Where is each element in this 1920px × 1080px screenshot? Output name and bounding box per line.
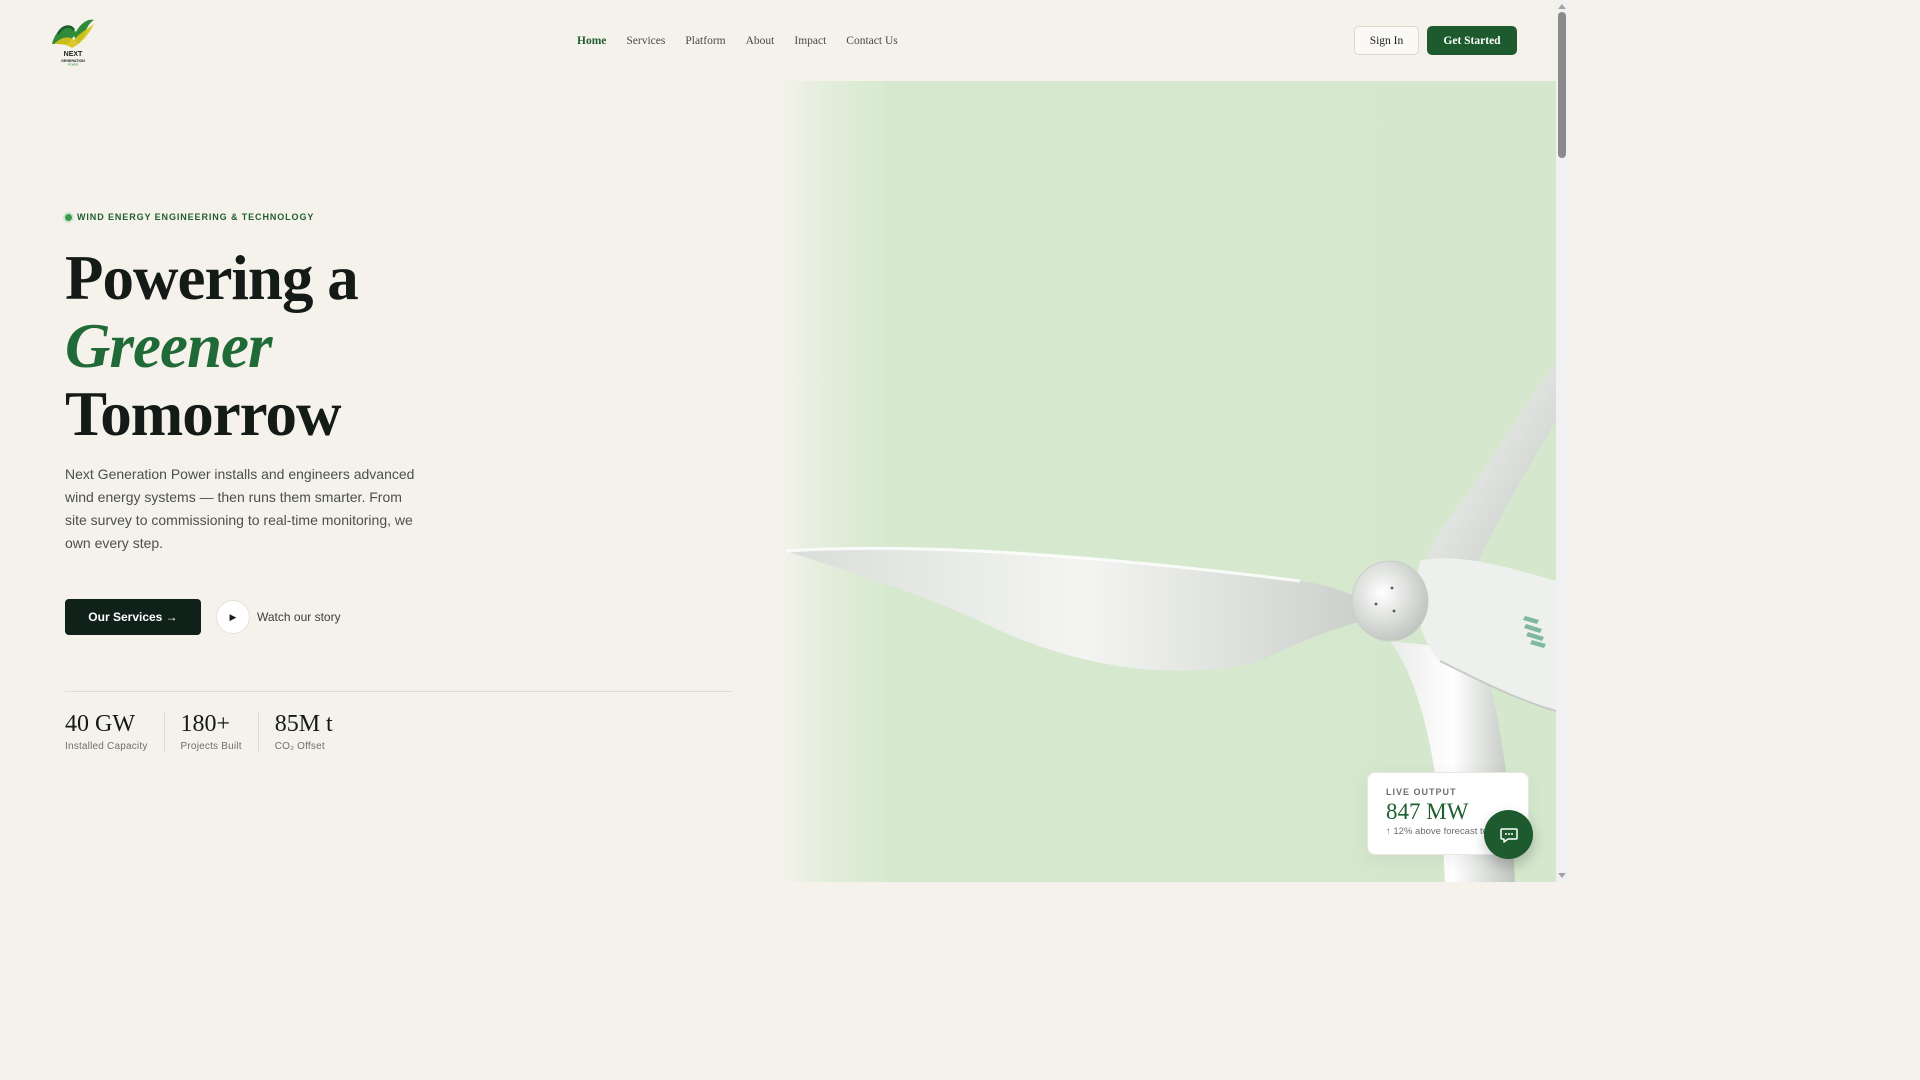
stat-capacity: 40 GW Installed Capacity <box>65 712 165 752</box>
scrollbar-thumb[interactable] <box>1558 12 1566 158</box>
watch-story-link[interactable]: ▶ Watch our story <box>216 600 341 634</box>
site-header: NEXT GENERATION POWER Home Services Plat… <box>0 0 1556 81</box>
page-scrollbar[interactable] <box>1556 0 1568 882</box>
sign-in-button[interactable]: Sign In <box>1354 26 1419 55</box>
hero-lead-paragraph: Next Generation Power installs and engin… <box>65 466 415 551</box>
nav-contact[interactable]: Contact Us <box>846 35 897 47</box>
stat-value: 40 GW <box>65 711 135 737</box>
status-dot-icon <box>65 213 72 221</box>
get-started-button[interactable]: Get Started <box>1427 26 1517 55</box>
stats-row: 40 GW Installed Capacity 180+ Projects B… <box>65 712 365 752</box>
hero-image-wind-turbine <box>780 81 1556 882</box>
headline-line-2: Greener <box>65 311 272 381</box>
nav-platform[interactable]: Platform <box>685 35 725 47</box>
stat-value: 85M t <box>274 711 333 737</box>
watch-story-label: Watch our story <box>257 610 341 624</box>
scroll-up-icon[interactable] <box>1558 4 1566 9</box>
nav-impact[interactable]: Impact <box>794 35 826 47</box>
chat-bubble-icon[interactable] <box>1484 810 1533 859</box>
eyebrow-text: WIND ENERGY ENGINEERING & TECHNOLOGY <box>77 212 315 222</box>
stat-co2: 85M t CO₂ Offset <box>275 712 349 752</box>
svg-text:NEXT: NEXT <box>64 51 83 58</box>
stat-projects: 180+ Projects Built <box>181 712 259 752</box>
stat-label: Installed Capacity <box>65 741 148 752</box>
svg-text:POWER: POWER <box>68 63 79 67</box>
our-services-button[interactable]: Our Services → <box>65 599 201 635</box>
stats-divider <box>65 691 732 692</box>
hero-eyebrow: WIND ENERGY ENGINEERING & TECHNOLOGY <box>65 211 314 223</box>
play-icon[interactable]: ▶ <box>216 600 250 634</box>
stat-label: CO₂ Offset <box>274 741 325 752</box>
stat-label: Projects Built <box>180 741 242 752</box>
scroll-down-icon[interactable] <box>1558 873 1566 878</box>
nav-services[interactable]: Services <box>626 35 665 47</box>
nav-about[interactable]: About <box>746 35 775 47</box>
live-output-label: LIVE OUTPUT <box>1386 787 1457 797</box>
hero-headline: Powering a Greener Tomorrow <box>65 243 359 449</box>
brand-logo[interactable]: NEXT GENERATION POWER <box>48 14 98 66</box>
headline-line-1: Powering a <box>65 243 359 313</box>
headline-line-3: Tomorrow <box>65 379 341 449</box>
stat-value: 180+ <box>180 711 231 737</box>
main-nav: Home Services Platform About Impact Cont… <box>577 33 898 49</box>
nav-home[interactable]: Home <box>577 35 606 47</box>
